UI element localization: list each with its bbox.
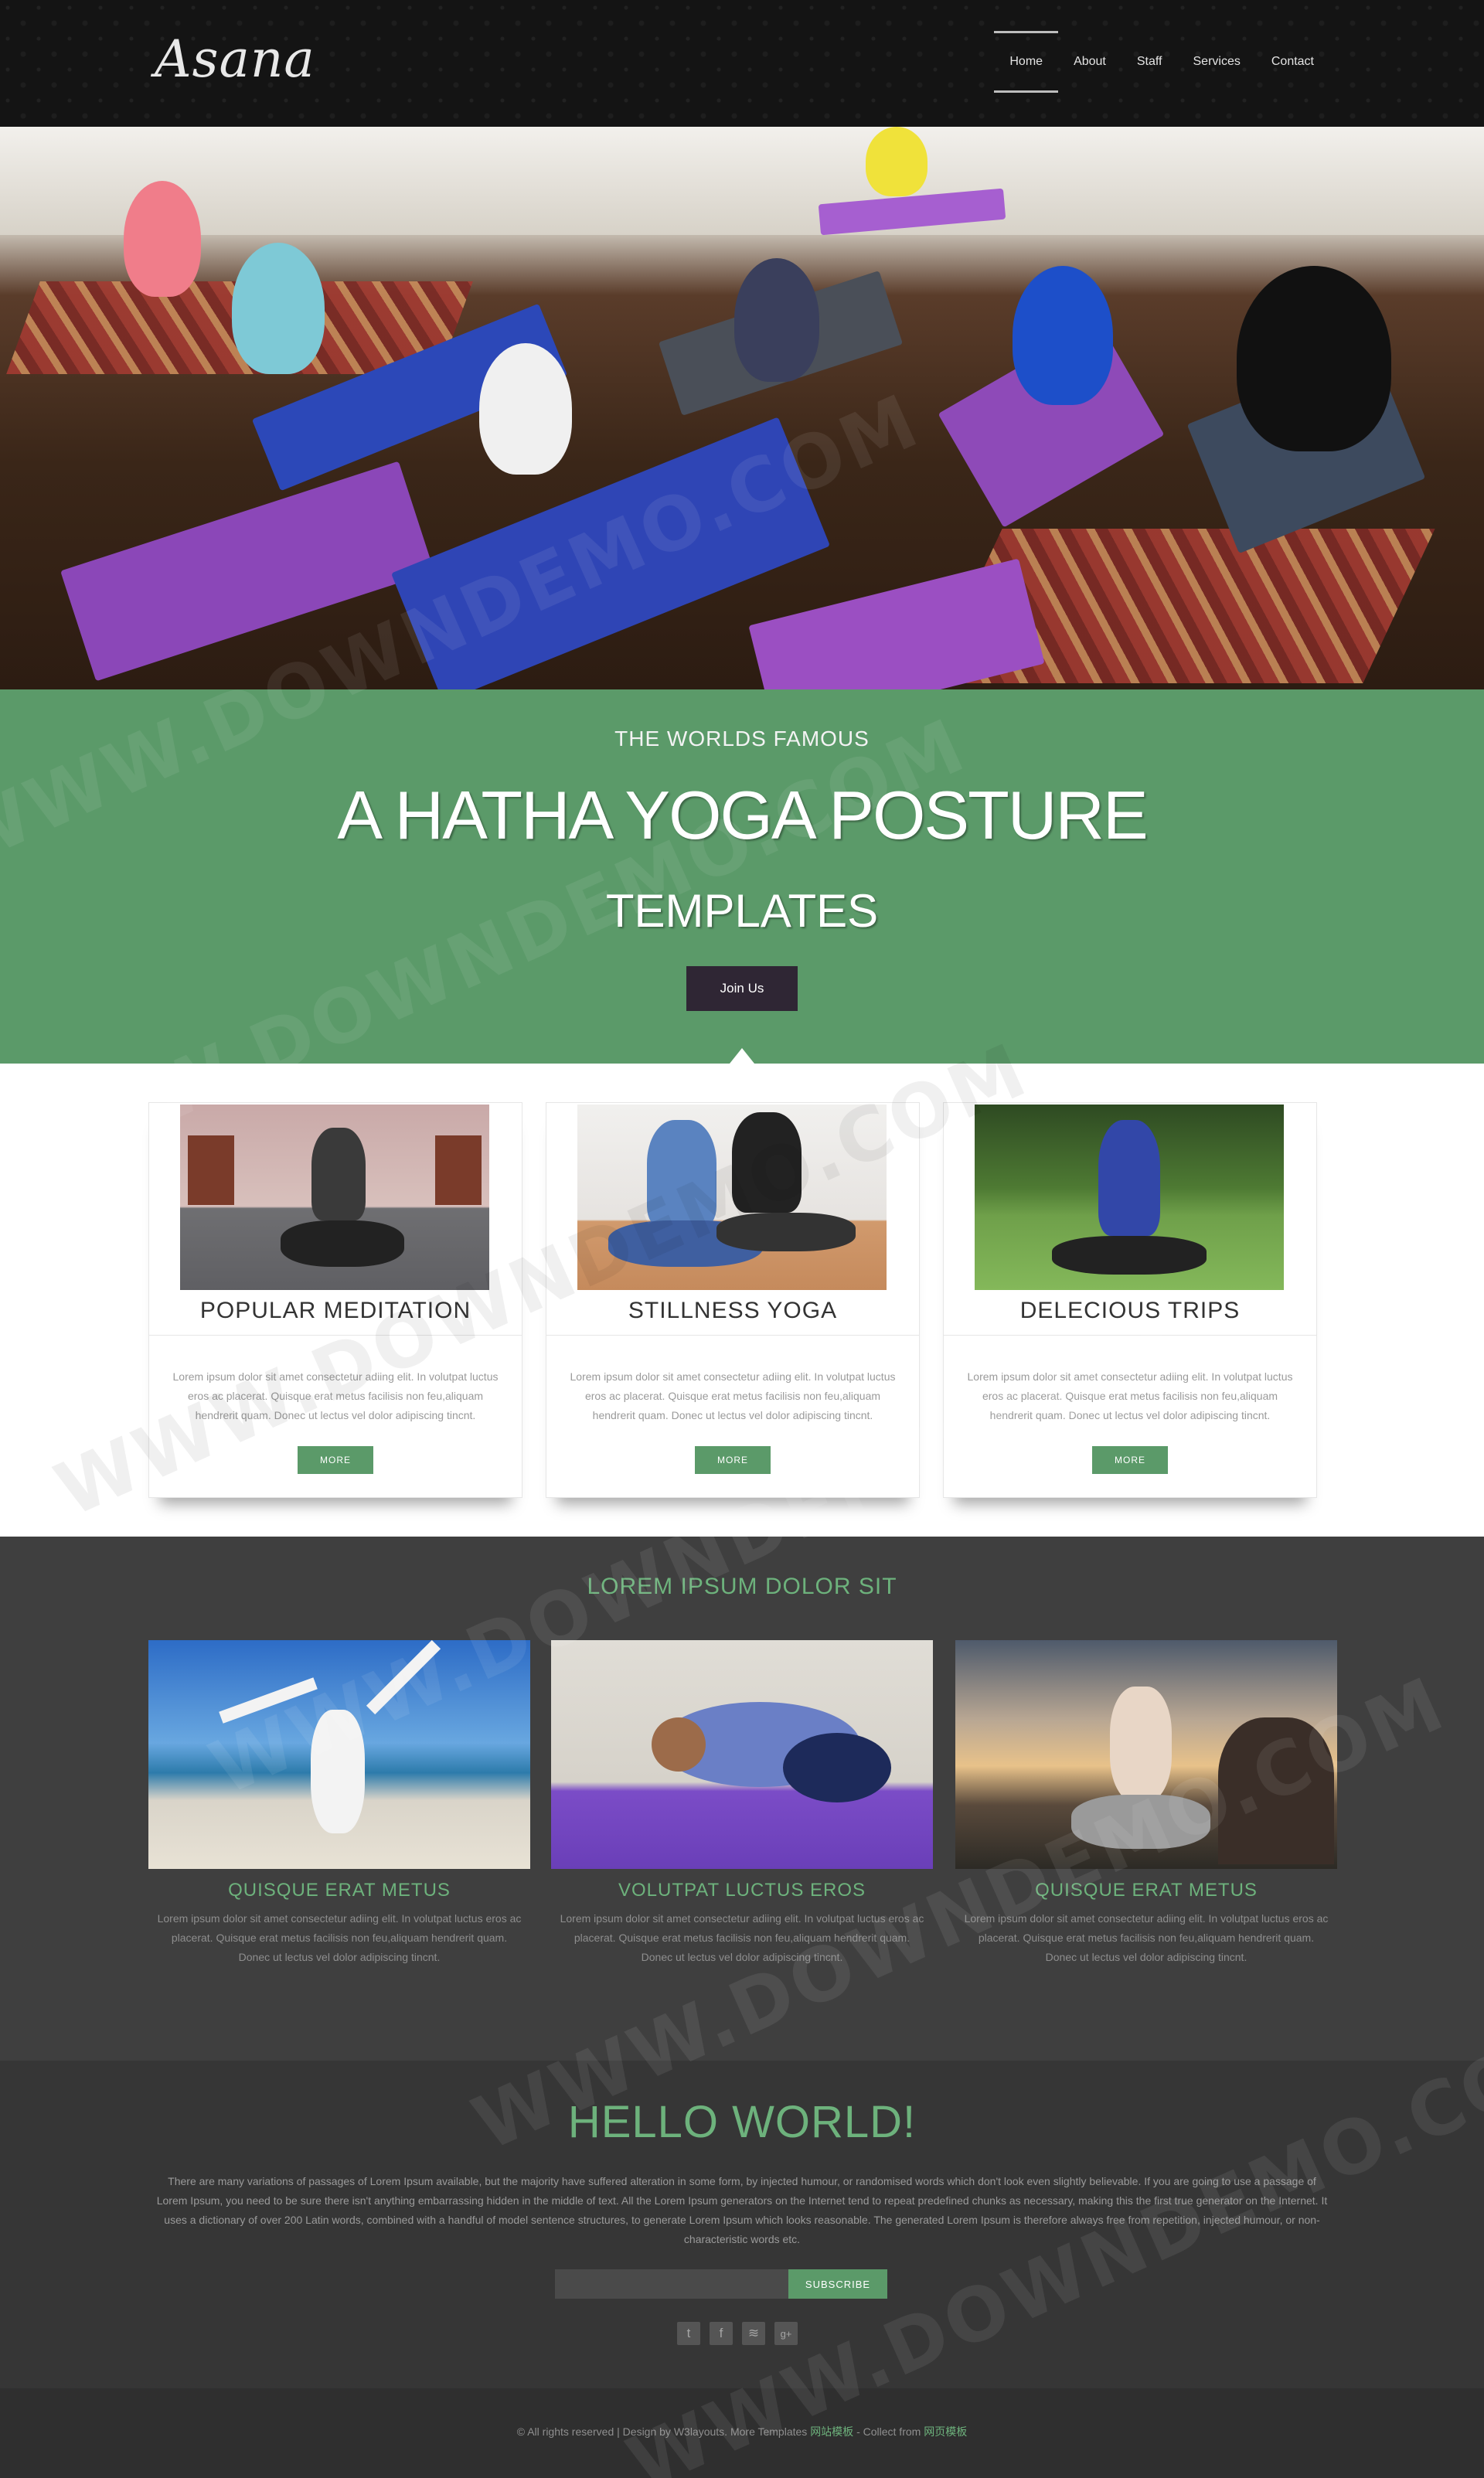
section-arrow: [730, 1048, 754, 1064]
footer-text: © All rights reserved | Design by W3layo…: [516, 2425, 811, 2438]
hero-person: [734, 258, 819, 382]
twitter-icon[interactable]: t: [677, 2322, 700, 2345]
feature-text: Lorem ipsum dolor sit amet consectetur a…: [172, 1370, 499, 1421]
card-divider: [546, 1335, 919, 1336]
hero-person: [124, 181, 201, 297]
hero-mat: [60, 461, 434, 682]
features-section: POPULAR MEDITATION Lorem ipsum dolor sit…: [0, 1064, 1484, 1552]
gallery-heading: LOREM IPSUM DOLOR SIT: [587, 1574, 897, 1599]
gallery-tile-title: VOLUTPAT LUCTUS EROS: [618, 1880, 866, 1901]
gallery-tile-title: QUISQUE ERAT METUS: [1035, 1880, 1258, 1901]
gallery-image-stretch[interactable]: [551, 1640, 933, 1869]
nav-home[interactable]: Home: [994, 31, 1058, 93]
gallery-tile: QUISQUE ERAT METUS Lorem ipsum dolor sit…: [955, 1640, 1337, 1967]
footer-text-middle: - Collect from: [853, 2425, 924, 2438]
hero-photo-yoga-class: [0, 127, 1484, 689]
gallery-tile-text: Lorem ipsum dolor sit amet consectetur a…: [157, 1912, 522, 1963]
hello-section: HELLO WORLD! There are many variations o…: [0, 2061, 1484, 2388]
feature-image-trips: [975, 1105, 1284, 1290]
hero-person: [1013, 266, 1113, 405]
main-nav: Home About Staff Services Contact: [994, 31, 1329, 93]
footer-copyright: © All rights reserved | Design by W3layo…: [0, 2424, 1484, 2439]
gallery-image-sunset[interactable]: [955, 1640, 1337, 1869]
hero-banner: THE WORLDS FAMOUS A HATHA YOGA POSTURE T…: [0, 689, 1484, 1064]
social-links: t f ≋ g+: [677, 2322, 798, 2345]
hero-person: [866, 127, 928, 196]
nav-about[interactable]: About: [1058, 31, 1122, 93]
gallery-tile: QUISQUE ERAT METUS Lorem ipsum dolor sit…: [148, 1640, 530, 1967]
feature-image-stillness: [577, 1105, 887, 1290]
gallery-section: LOREM IPSUM DOLOR SIT QUISQUE ERAT METUS…: [0, 1537, 1484, 2061]
nav-contact[interactable]: Contact: [1256, 31, 1329, 93]
more-button[interactable]: MORE: [695, 1446, 771, 1474]
hero-person: [232, 243, 325, 374]
hero-person: [1237, 266, 1391, 451]
join-us-button[interactable]: Join Us: [686, 966, 798, 1011]
gallery-tile: VOLUTPAT LUCTUS EROS Lorem ipsum dolor s…: [551, 1640, 933, 1967]
hero-wall: [0, 127, 1484, 235]
feature-text: Lorem ipsum dolor sit amet consectetur a…: [967, 1370, 1293, 1421]
more-button[interactable]: MORE: [298, 1446, 373, 1474]
card-divider: [149, 1335, 522, 1336]
nav-staff[interactable]: Staff: [1122, 31, 1178, 93]
card-divider: [944, 1335, 1316, 1336]
hello-title: HELLO WORLD!: [567, 2097, 917, 2147]
gallery-tile-text: Lorem ipsum dolor sit amet consectetur a…: [560, 1912, 924, 1963]
feature-card: STILLNESS YOGA Lorem ipsum dolor sit ame…: [546, 1102, 920, 1498]
footer-link-collect[interactable]: 网页模板: [924, 2425, 967, 2438]
gallery-image-beach[interactable]: [148, 1640, 530, 1869]
footer-link-templates[interactable]: 网站模板: [810, 2425, 853, 2438]
site-footer: © All rights reserved | Design by W3layo…: [0, 2388, 1484, 2478]
feature-text: Lorem ipsum dolor sit amet consectetur a…: [570, 1370, 896, 1421]
gallery-tile-title: QUISQUE ERAT METUS: [228, 1880, 451, 1901]
feature-image-meditation: [180, 1105, 489, 1290]
more-button[interactable]: MORE: [1092, 1446, 1168, 1474]
feature-title: STILLNESS YOGA: [628, 1298, 838, 1323]
site-header: Asana Home About Staff Services Contact: [0, 0, 1484, 127]
facebook-icon[interactable]: f: [710, 2322, 733, 2345]
banner-title: A HATHA YOGA POSTURE: [337, 777, 1148, 853]
googleplus-icon[interactable]: g+: [774, 2322, 798, 2345]
hero-mat: [748, 558, 1045, 689]
banner-kicker: THE WORLDS FAMOUS: [614, 727, 870, 751]
site-logo[interactable]: Asana: [155, 29, 315, 89]
banner-subtitle: TEMPLATES: [605, 885, 879, 937]
feature-title: DELECIOUS TRIPS: [1019, 1298, 1241, 1323]
feature-title: POPULAR MEDITATION: [199, 1298, 471, 1323]
rss-icon[interactable]: ≋: [742, 2322, 765, 2345]
hello-text: There are many variations of passages of…: [156, 2175, 1328, 2245]
feature-card: DELECIOUS TRIPS Lorem ipsum dolor sit am…: [943, 1102, 1317, 1498]
hero-person: [479, 343, 572, 475]
gallery-tile-text: Lorem ipsum dolor sit amet consectetur a…: [964, 1912, 1329, 1963]
nav-services[interactable]: Services: [1178, 31, 1256, 93]
subscribe-email-input[interactable]: [555, 2269, 788, 2299]
subscribe-button[interactable]: SUBSCRIBE: [788, 2269, 887, 2299]
feature-card: POPULAR MEDITATION Lorem ipsum dolor sit…: [148, 1102, 522, 1498]
